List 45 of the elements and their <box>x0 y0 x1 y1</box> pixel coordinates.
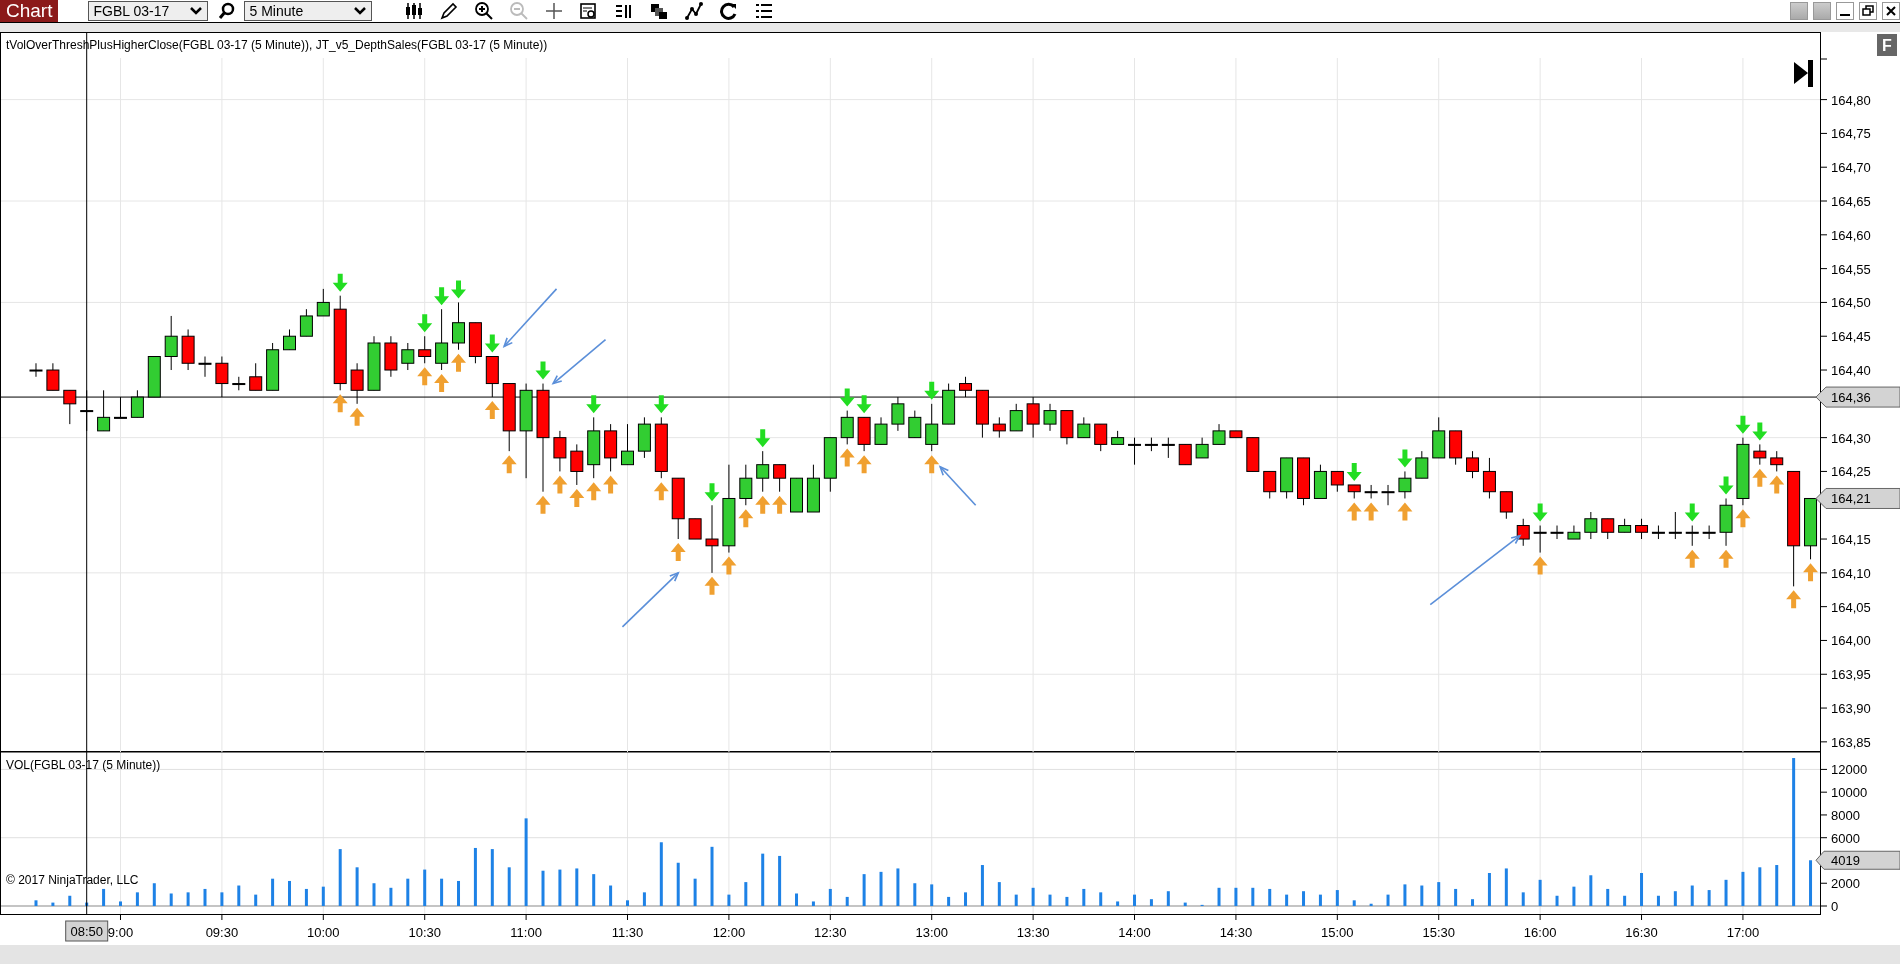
time-label: 9:00 <box>107 925 134 940</box>
price-label: 163,95 <box>1831 667 1871 683</box>
time-label: 14:00 <box>1118 925 1151 940</box>
price-label: 164,45 <box>1831 329 1871 345</box>
time-label: 15:30 <box>1422 925 1455 940</box>
price-label: 164,05 <box>1831 599 1871 615</box>
time-label: 10:30 <box>408 925 441 940</box>
price-label: 164,50 <box>1831 295 1871 311</box>
volume-label: 0 <box>1831 899 1839 914</box>
volume-label: 6000 <box>1831 830 1860 846</box>
price-label: 164,00 <box>1831 633 1871 649</box>
price-label: 164,65 <box>1831 194 1871 209</box>
time-label: 09:30 <box>205 925 239 940</box>
price-label: 164,70 <box>1831 160 1871 176</box>
volume-label: 10000 <box>1831 785 1868 801</box>
crosshair-price: 164,36 <box>1831 390 1871 406</box>
time-label: 12:30 <box>814 925 847 940</box>
time-label: 16:00 <box>1523 925 1557 940</box>
price-label: 164,55 <box>1831 261 1871 277</box>
price-label: 164,80 <box>1831 92 1871 108</box>
last-price: 164,21 <box>1831 491 1871 507</box>
time-label: 13:30 <box>1016 925 1050 940</box>
time-label: 10:00 <box>307 925 340 940</box>
volume-label: 2000 <box>1831 876 1860 892</box>
time-label: 11:00 <box>510 925 542 940</box>
price-label: 164,60 <box>1831 227 1871 243</box>
time-label: 16:30 <box>1625 925 1658 940</box>
time-label: 15:00 <box>1321 925 1354 940</box>
price-label: 164,30 <box>1831 430 1871 446</box>
time-label: 11:30 <box>611 925 644 940</box>
price-label: 164,25 <box>1831 464 1871 480</box>
crosshair-time: 08:50 <box>65 920 109 942</box>
price-label: 164,75 <box>1831 126 1871 142</box>
time-label: 12:00 <box>712 925 746 940</box>
price-label: 164,15 <box>1831 532 1871 548</box>
last-volume: 4019 <box>1831 853 1860 869</box>
price-label: 163,90 <box>1831 701 1871 717</box>
volume-label: 8000 <box>1831 807 1860 823</box>
price-label: 163,85 <box>1831 734 1871 750</box>
time-label: 13:00 <box>915 925 948 940</box>
time-label: 14:30 <box>1219 925 1253 940</box>
price-label: 164,40 <box>1831 363 1871 379</box>
time-label: 17:00 <box>1726 925 1760 940</box>
price-label: 164,10 <box>1831 565 1871 581</box>
volume-label: 12000 <box>1831 762 1868 778</box>
